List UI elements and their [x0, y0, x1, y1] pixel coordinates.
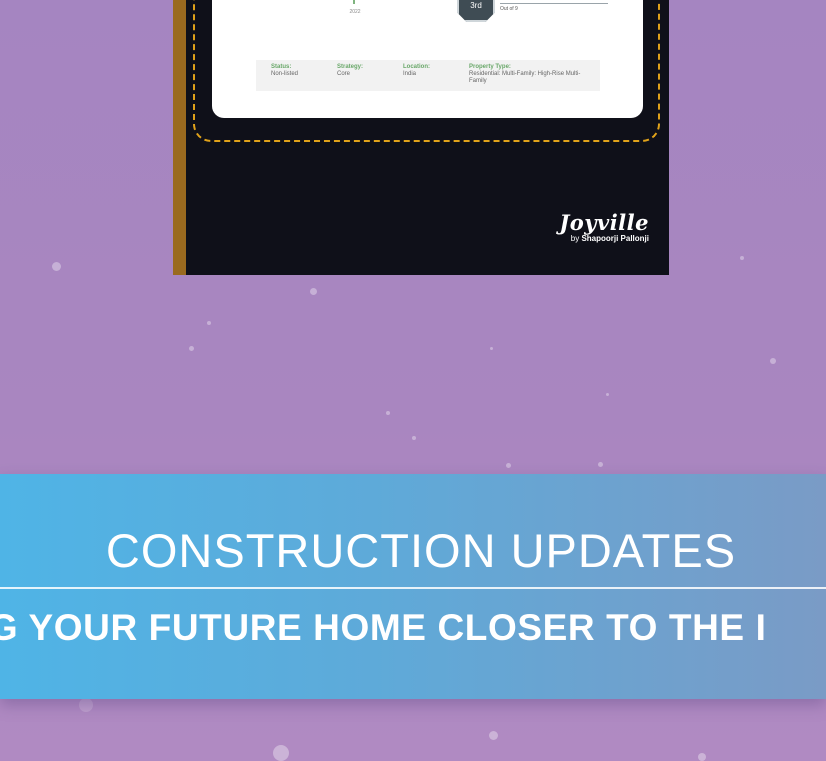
rank-divider — [500, 3, 608, 4]
sparkle-dot — [606, 393, 609, 396]
info-status: Status: Non-listed — [271, 64, 331, 78]
sparkle-dot — [79, 698, 93, 712]
tree-icon — [340, 0, 368, 6]
info-property-type: Property Type: Residential: Multi-Family… — [469, 64, 594, 85]
certificate-poster: 2022 3rd Out of 9 Status: Non-listed Str… — [173, 0, 669, 275]
sparkle-dot — [489, 731, 498, 740]
sparkle-dot — [273, 745, 289, 761]
sparkle-dot — [386, 411, 390, 415]
sparkle-dot — [412, 436, 416, 440]
sparkle-dot — [740, 256, 744, 260]
joyville-logo: Joyville by Shapoorji Pallonji — [559, 210, 649, 243]
certificate-card: 2022 3rd Out of 9 Status: Non-listed Str… — [212, 0, 643, 118]
info-label: Strategy: — [337, 64, 364, 70]
info-label: Location: — [403, 64, 430, 70]
sparkle-dot — [310, 288, 317, 295]
banner-subtitle: IG YOUR FUTURE HOME CLOSER TO THE I — [0, 607, 767, 648]
banner-divider — [0, 587, 826, 589]
gold-side-strip — [173, 0, 186, 275]
info-label: Status: — [271, 64, 292, 70]
tree-year: 2022 — [349, 9, 361, 15]
info-value: Residential: Multi-Family: High-Rise Mul… — [469, 71, 581, 84]
info-value: India — [403, 71, 417, 77]
property-info-band: Status: Non-listed Strategy: Core Locati… — [256, 60, 600, 91]
sparkle-dot — [207, 321, 211, 325]
sparkle-dot — [770, 358, 776, 364]
sparkle-dot — [698, 753, 706, 761]
sparkle-dot — [506, 463, 511, 468]
logo-name: Joyville — [559, 210, 649, 235]
sparkle-dot — [189, 346, 194, 351]
info-value: Core — [337, 71, 351, 77]
construction-updates-banner: CONSTRUCTION UPDATES IG YOUR FUTURE HOME… — [0, 474, 826, 699]
rank-out-of: Out of 9 — [500, 6, 518, 12]
banner-title: CONSTRUCTION UPDATES — [105, 524, 737, 577]
sparkle-dot — [52, 262, 61, 271]
logo-by: by — [570, 234, 580, 243]
sparkle-dot — [490, 347, 493, 350]
info-strategy: Strategy: Core — [337, 64, 397, 78]
logo-byline: by Shapoorji Pallonji — [559, 234, 649, 243]
logo-brand: Shapoorji Pallonji — [581, 234, 649, 243]
info-label: Property Type: — [469, 64, 511, 70]
rank-badge: 3rd — [457, 0, 495, 22]
sparkle-dot — [598, 462, 603, 467]
info-value: Non-listed — [271, 71, 299, 77]
info-location: Location: India — [403, 64, 463, 78]
